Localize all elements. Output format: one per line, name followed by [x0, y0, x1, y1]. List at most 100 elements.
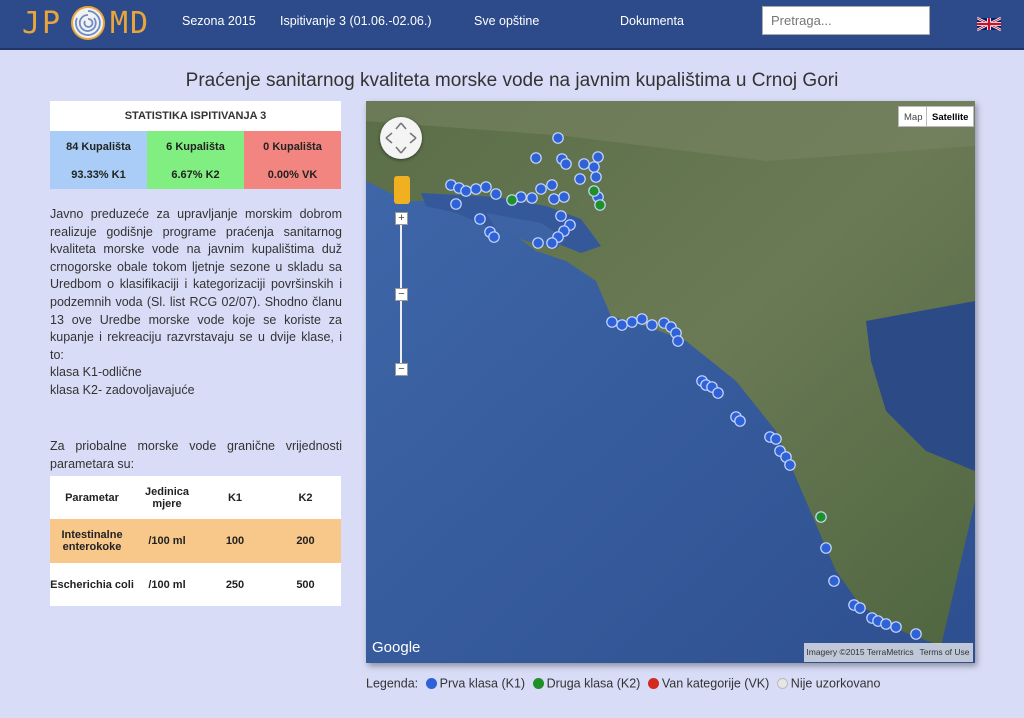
- beach-marker[interactable]: [488, 231, 500, 243]
- beach-marker[interactable]: [672, 335, 684, 347]
- beach-marker[interactable]: [546, 237, 558, 249]
- top-navbar: JP MD Sezona 2015 Ispitivanje 3 (01.06.-…: [0, 0, 1024, 50]
- legend-k1: Prva klasa (K1): [439, 676, 526, 691]
- stat-vk: 0 Kupališta 0.00% VK: [244, 131, 341, 189]
- beach-marker[interactable]: [734, 415, 746, 427]
- beach-marker[interactable]: [558, 191, 570, 203]
- beach-marker[interactable]: [636, 313, 648, 325]
- table-cell: 100: [200, 519, 270, 563]
- limits-intro: Za priobalne morske vode granične vrijed…: [50, 439, 342, 471]
- beach-marker[interactable]: [770, 433, 782, 445]
- logo[interactable]: JP MD: [22, 4, 167, 44]
- search-input[interactable]: [762, 6, 930, 35]
- table-cell: 500: [270, 563, 341, 606]
- stat-k2-percent: 6.67% K2: [171, 169, 220, 181]
- beach-marker[interactable]: [555, 210, 567, 222]
- beach-marker[interactable]: [820, 542, 832, 554]
- beach-marker[interactable]: [590, 171, 602, 183]
- stat-k1-count: 84 Kupališta: [66, 141, 131, 153]
- beach-marker[interactable]: [626, 316, 638, 328]
- stat-k2-count: 6 Kupališta: [166, 141, 225, 153]
- map-type-satellite-button[interactable]: Satellite: [926, 106, 975, 127]
- description: Javno preduzeće za upravljanje morskim d…: [50, 206, 342, 400]
- beach-marker[interactable]: [606, 316, 618, 328]
- table-cell: Intestinalne enterokoke: [50, 519, 134, 563]
- table-row: Intestinalne enterokoke /100 ml 100 200: [50, 519, 341, 563]
- beach-marker[interactable]: [815, 511, 827, 523]
- beach-marker[interactable]: [910, 628, 922, 640]
- beach-marker[interactable]: [890, 621, 902, 633]
- beach-marker[interactable]: [592, 151, 604, 163]
- table-header: Jedinica mjere: [134, 476, 200, 519]
- beach-marker[interactable]: [506, 194, 518, 206]
- legend-vk: Van kategorije (VK): [661, 676, 770, 691]
- table-cell: /100 ml: [134, 519, 200, 563]
- beach-marker[interactable]: [470, 183, 482, 195]
- beach-marker[interactable]: [560, 158, 572, 170]
- beach-marker[interactable]: [480, 181, 492, 193]
- beach-marker[interactable]: [594, 199, 606, 211]
- nav-season[interactable]: Sezona 2015: [182, 14, 256, 28]
- beach-marker[interactable]: [828, 575, 840, 587]
- beach-marker[interactable]: [450, 198, 462, 210]
- stat-vk-percent: 0.00% VK: [267, 169, 318, 181]
- page-title: Praćenje sanitarnog kvaliteta morske vod…: [185, 70, 839, 91]
- beach-marker[interactable]: [546, 179, 558, 191]
- pan-arrows-icon: [385, 122, 417, 154]
- beach-marker[interactable]: [588, 185, 600, 197]
- beach-marker[interactable]: [616, 319, 628, 331]
- beach-marker[interactable]: [552, 132, 564, 144]
- beach-marker[interactable]: [574, 173, 586, 185]
- table-cell: 250: [200, 563, 270, 606]
- terms-of-use-link[interactable]: Terms of Use: [916, 643, 973, 662]
- nav-all-municipalities[interactable]: Sve opštine: [474, 14, 539, 28]
- blue-dot-icon: [425, 678, 437, 690]
- uk-flag-icon[interactable]: [977, 16, 1001, 32]
- parameters-table: Parametar Jedinica mjere K1 K2 Intestina…: [50, 476, 341, 606]
- table-header-row: Parametar Jedinica mjere K1 K2: [50, 476, 341, 519]
- beach-marker[interactable]: [530, 152, 542, 164]
- stats-title: STATISTIKA ISPITIVANJA 3: [124, 110, 267, 122]
- zoom-out-button[interactable]: −: [395, 363, 408, 376]
- imagery-attribution: Imagery ©2015 TerraMetrics: [804, 643, 916, 662]
- stat-k1-percent: 93.33% K1: [71, 169, 126, 181]
- zoom-in-button[interactable]: +: [395, 212, 408, 225]
- logo-text-left: JP: [22, 6, 63, 41]
- nav-testing[interactable]: Ispitivanje 3 (01.06.-02.06.): [280, 14, 431, 28]
- beach-marker[interactable]: [526, 192, 538, 204]
- beach-marker[interactable]: [548, 193, 560, 205]
- legend-label: Legenda:: [366, 676, 419, 691]
- beach-marker[interactable]: [578, 158, 590, 170]
- beach-marker[interactable]: [460, 185, 472, 197]
- beach-marker[interactable]: [646, 319, 658, 331]
- class-k2-text: klasa K2- zadovoljavajuće: [50, 382, 195, 397]
- beach-marker[interactable]: [854, 602, 866, 614]
- description-body: Javno preduzeće za upravljanje morskim d…: [50, 207, 342, 362]
- beach-marker[interactable]: [784, 459, 796, 471]
- nav-documents[interactable]: Dokumenta: [620, 14, 684, 28]
- beach-markers: [445, 132, 922, 640]
- table-header: K2: [270, 476, 341, 519]
- beach-marker[interactable]: [490, 188, 502, 200]
- satellite-map[interactable]: Map Satellite + − − Google Imagery ©2015…: [366, 101, 975, 663]
- pan-control[interactable]: [380, 117, 422, 159]
- red-dot-icon: [647, 678, 659, 690]
- beach-marker[interactable]: [588, 161, 600, 173]
- beach-marker[interactable]: [535, 183, 547, 195]
- google-logo: Google: [372, 639, 421, 656]
- beach-marker[interactable]: [474, 213, 486, 225]
- table-cell: Escherichia coli: [50, 563, 134, 606]
- stat-vk-count: 0 Kupališta: [263, 141, 322, 153]
- zoom-handle[interactable]: −: [395, 288, 408, 301]
- shell-logo-icon: [71, 6, 105, 40]
- class-k1-text: klasa K1-odlične: [50, 365, 142, 380]
- legend-k2: Druga klasa (K2): [546, 676, 641, 691]
- table-header: K1: [200, 476, 270, 519]
- beach-marker[interactable]: [880, 618, 892, 630]
- beach-marker[interactable]: [712, 387, 724, 399]
- stats-panel: STATISTIKA ISPITIVANJA 3 84 Kupališta 93…: [50, 101, 341, 189]
- map-type-map-button[interactable]: Map: [898, 106, 929, 127]
- beach-marker[interactable]: [532, 237, 544, 249]
- pegman-icon[interactable]: [394, 176, 410, 204]
- logo-text-right: MD: [110, 6, 151, 41]
